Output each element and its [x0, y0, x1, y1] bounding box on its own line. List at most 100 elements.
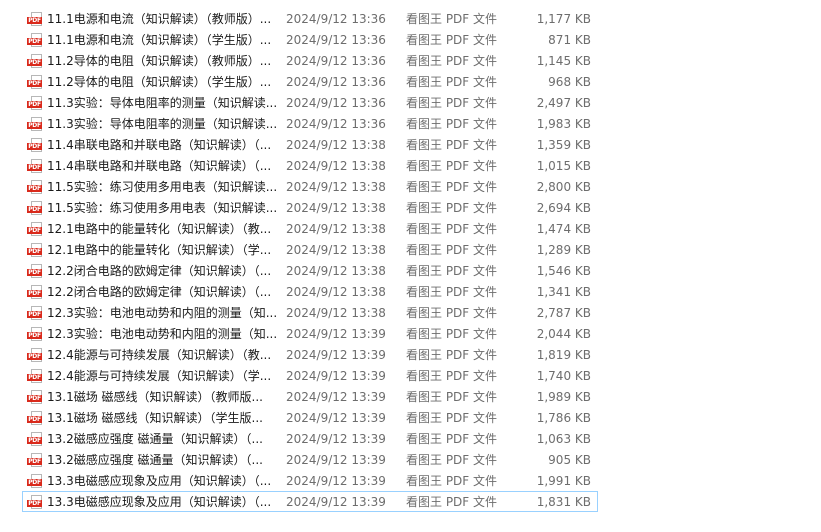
- file-date-modified: 2024/9/12 13:36: [286, 33, 386, 47]
- pdf-file-icon: PDF: [27, 474, 44, 488]
- file-name: 13.2磁感应强度 磁通量（知识解读）（...: [47, 453, 263, 467]
- file-type: 看图王 PDF 文件: [406, 306, 498, 320]
- pdf-label: PDF: [27, 80, 42, 87]
- file-row[interactable]: PDF 12.2闭合电路的欧姆定律（知识解读）（... 2024/9/12 13…: [22, 281, 598, 302]
- file-name: 12.1电路中的能量转化（知识解读）（学...: [47, 243, 272, 257]
- file-size: 1,474 KB: [536, 222, 591, 236]
- file-row[interactable]: PDF 11.4串联电路和并联电路（知识解读）（... 2024/9/12 13…: [22, 134, 598, 155]
- file-size: 1,740 KB: [536, 369, 591, 383]
- file-name: 12.2闭合电路的欧姆定律（知识解读）（...: [47, 264, 272, 278]
- file-type: 看图王 PDF 文件: [406, 285, 498, 299]
- file-row[interactable]: PDF 13.2磁感应强度 磁通量（知识解读）（... 2024/9/12 13…: [22, 428, 598, 449]
- pdf-file-icon: PDF: [27, 201, 44, 215]
- file-type: 看图王 PDF 文件: [406, 348, 498, 362]
- pdf-label: PDF: [27, 122, 42, 129]
- file-size: 968 KB: [548, 75, 591, 89]
- file-list: PDF 11.1电源和电流（知识解读）（教师版）... 2024/9/12 13…: [22, 8, 598, 512]
- file-name: 11.1电源和电流（知识解读）（学生版）...: [47, 33, 272, 47]
- file-size: 1,063 KB: [536, 432, 591, 446]
- file-row[interactable]: PDF 12.3实验：电池电动势和内阻的测量（知... 2024/9/12 13…: [22, 302, 598, 323]
- file-size: 1,145 KB: [536, 54, 591, 68]
- file-size: 2,044 KB: [536, 327, 591, 341]
- pdf-label: PDF: [27, 353, 42, 360]
- file-name: 11.3实验：导体电阻率的测量（知识解读...: [47, 96, 278, 110]
- file-size: 1,177 KB: [536, 12, 591, 26]
- file-size: 1,289 KB: [536, 243, 591, 257]
- pdf-file-icon: PDF: [27, 159, 44, 173]
- file-type: 看图王 PDF 文件: [406, 369, 498, 383]
- file-date-modified: 2024/9/12 13:36: [286, 75, 386, 89]
- file-row[interactable]: PDF 11.3实验：导体电阻率的测量（知识解读... 2024/9/12 13…: [22, 113, 598, 134]
- file-name: 11.3实验：导体电阻率的测量（知识解读...: [47, 117, 278, 131]
- file-name: 11.2导体的电阻（知识解读）（学生版）...: [47, 75, 272, 89]
- file-type: 看图王 PDF 文件: [406, 54, 498, 68]
- file-row[interactable]: PDF 12.4能源与可持续发展（知识解读）（学... 2024/9/12 13…: [22, 365, 598, 386]
- file-row[interactable]: PDF 11.5实验：练习使用多用电表（知识解读... 2024/9/12 13…: [22, 197, 598, 218]
- file-type: 看图王 PDF 文件: [406, 390, 498, 404]
- pdf-file-icon: PDF: [27, 285, 44, 299]
- pdf-label: PDF: [27, 269, 42, 276]
- file-type: 看图王 PDF 文件: [406, 33, 498, 47]
- file-row[interactable]: PDF 11.3实验：导体电阻率的测量（知识解读... 2024/9/12 13…: [22, 92, 598, 113]
- file-row[interactable]: PDF 12.1电路中的能量转化（知识解读）（教... 2024/9/12 13…: [22, 218, 598, 239]
- file-date-modified: 2024/9/12 13:39: [286, 390, 386, 404]
- file-date-modified: 2024/9/12 13:39: [286, 432, 386, 446]
- file-row[interactable]: PDF 12.4能源与可持续发展（知识解读）（教... 2024/9/12 13…: [22, 344, 598, 365]
- pdf-label: PDF: [27, 248, 42, 255]
- file-name: 11.4串联电路和并联电路（知识解读）（...: [47, 138, 272, 152]
- file-row[interactable]: PDF 12.1电路中的能量转化（知识解读）（学... 2024/9/12 13…: [22, 239, 598, 260]
- file-type: 看图王 PDF 文件: [406, 75, 498, 89]
- file-type: 看图王 PDF 文件: [406, 264, 498, 278]
- file-type: 看图王 PDF 文件: [406, 96, 498, 110]
- file-type: 看图王 PDF 文件: [406, 159, 498, 173]
- file-row[interactable]: PDF 11.4串联电路和并联电路（知识解读）（... 2024/9/12 13…: [22, 155, 598, 176]
- file-name: 13.1磁场 磁感线（知识解读）（教师版...: [47, 390, 263, 404]
- file-date-modified: 2024/9/12 13:36: [286, 54, 386, 68]
- file-size: 1,341 KB: [536, 285, 591, 299]
- pdf-file-icon: PDF: [27, 306, 44, 320]
- file-size: 1,989 KB: [536, 390, 591, 404]
- file-row[interactable]: PDF 13.3电磁感应现象及应用（知识解读）（... 2024/9/12 13…: [22, 470, 598, 491]
- file-row[interactable]: PDF 13.3电磁感应现象及应用（知识解读）（... 2024/9/12 13…: [22, 491, 598, 512]
- pdf-file-icon: PDF: [27, 411, 44, 425]
- file-type: 看图王 PDF 文件: [406, 138, 498, 152]
- pdf-file-icon: PDF: [27, 390, 44, 404]
- file-row[interactable]: PDF 12.2闭合电路的欧姆定律（知识解读）（... 2024/9/12 13…: [22, 260, 598, 281]
- pdf-label: PDF: [27, 143, 42, 150]
- file-row[interactable]: PDF 13.1磁场 磁感线（知识解读）（学生版... 2024/9/12 13…: [22, 407, 598, 428]
- file-type: 看图王 PDF 文件: [406, 180, 498, 194]
- pdf-file-icon: PDF: [27, 243, 44, 257]
- file-row[interactable]: PDF 12.3实验：电池电动势和内阻的测量（知... 2024/9/12 13…: [22, 323, 598, 344]
- file-row[interactable]: PDF 11.1电源和电流（知识解读）（教师版）... 2024/9/12 13…: [22, 8, 598, 29]
- pdf-file-icon: PDF: [27, 54, 44, 68]
- file-date-modified: 2024/9/12 13:38: [286, 222, 386, 236]
- pdf-file-icon: PDF: [27, 264, 44, 278]
- file-date-modified: 2024/9/12 13:38: [286, 306, 386, 320]
- file-row[interactable]: PDF 11.1电源和电流（知识解读）（学生版）... 2024/9/12 13…: [22, 29, 598, 50]
- pdf-file-icon: PDF: [27, 369, 44, 383]
- file-name: 13.2磁感应强度 磁通量（知识解读）（...: [47, 432, 263, 446]
- pdf-file-icon: PDF: [27, 495, 44, 509]
- file-size: 2,787 KB: [536, 306, 591, 320]
- pdf-label: PDF: [27, 479, 42, 486]
- pdf-file-icon: PDF: [27, 96, 44, 110]
- file-row[interactable]: PDF 11.2导体的电阻（知识解读）（学生版）... 2024/9/12 13…: [22, 71, 598, 92]
- file-size: 1,983 KB: [536, 117, 591, 131]
- file-row[interactable]: PDF 11.5实验：练习使用多用电表（知识解读... 2024/9/12 13…: [22, 176, 598, 197]
- file-size: 905 KB: [548, 453, 591, 467]
- file-name: 11.5实验：练习使用多用电表（知识解读...: [47, 180, 278, 194]
- file-name: 12.1电路中的能量转化（知识解读）（教...: [47, 222, 272, 236]
- pdf-file-icon: PDF: [27, 75, 44, 89]
- file-date-modified: 2024/9/12 13:38: [286, 201, 386, 215]
- pdf-label: PDF: [27, 206, 42, 213]
- file-row[interactable]: PDF 13.1磁场 磁感线（知识解读）（教师版... 2024/9/12 13…: [22, 386, 598, 407]
- file-size: 1,819 KB: [536, 348, 591, 362]
- file-row[interactable]: PDF 11.2导体的电阻（知识解读）（教师版）... 2024/9/12 13…: [22, 50, 598, 71]
- file-date-modified: 2024/9/12 13:36: [286, 12, 386, 26]
- pdf-file-icon: PDF: [27, 33, 44, 47]
- pdf-label: PDF: [27, 332, 42, 339]
- file-size: 871 KB: [548, 33, 591, 47]
- file-row[interactable]: PDF 13.2磁感应强度 磁通量（知识解读）（... 2024/9/12 13…: [22, 449, 598, 470]
- file-name: 11.4串联电路和并联电路（知识解读）（...: [47, 159, 272, 173]
- file-name: 11.1电源和电流（知识解读）（教师版）...: [47, 12, 272, 26]
